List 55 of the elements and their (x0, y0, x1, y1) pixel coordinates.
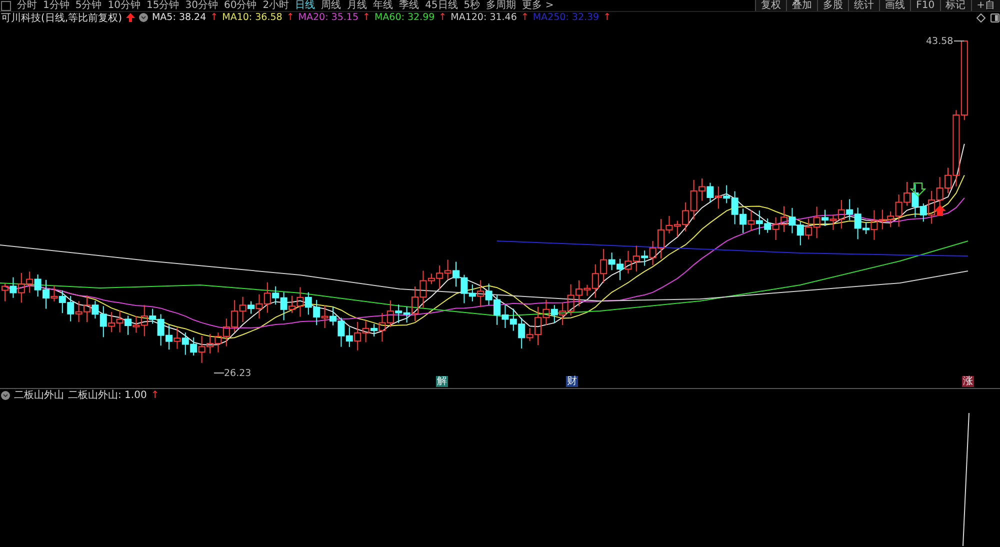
indicator-value: MA10: 36.58 (222, 12, 282, 23)
up-arrow-icon (126, 13, 135, 22)
toolbar-button[interactable]: 复权 (755, 0, 786, 11)
trend-arrow: ↑ (520, 12, 529, 23)
indicator-value: MA250: 32.39 (532, 12, 600, 23)
indicator-value: 二板山外山: 1.00 (68, 388, 147, 402)
panel-toggle-icon[interactable] (990, 12, 1000, 22)
period-tab[interactable]: 月线 (344, 0, 370, 11)
period-tab[interactable]: 日线 (292, 0, 318, 11)
indicator-value: MA5: 38.24 (152, 12, 206, 23)
period-tab[interactable]: 30分钟 (182, 0, 221, 11)
leader-line (214, 372, 224, 374)
period-tab[interactable]: 分时 (14, 0, 40, 11)
event-marker: 解 (436, 376, 448, 387)
toolbar-button[interactable]: +自 (970, 0, 1000, 11)
period-tab[interactable]: 更多 > (519, 0, 557, 11)
price-label: 26.23 (224, 368, 252, 379)
period-tab[interactable]: 5分钟 (72, 0, 105, 11)
event-marker: 涨 (962, 376, 974, 387)
indicator-value: MA20: 35.15 (298, 12, 358, 23)
period-tab[interactable]: 15分钟 (143, 0, 182, 11)
period-tab[interactable]: 季线 (396, 0, 422, 11)
toolbar-button[interactable]: 多股 (817, 0, 848, 11)
down-arrow-icon (910, 182, 926, 197)
up-arrow-icon (934, 205, 946, 216)
period-tab[interactable]: 多周期 (483, 0, 520, 11)
period-tab[interactable]: 1分钟 (40, 0, 72, 11)
indicator-value: MA120: 31.46 (450, 12, 517, 23)
period-tab[interactable]: 2小时 (260, 0, 292, 11)
event-marker: 财 (566, 376, 578, 387)
chart-title: 可川科技(日线,等比前复权) (1, 12, 122, 24)
price-label: 43.58 (926, 36, 954, 47)
toolbar-button[interactable]: 画线 (879, 0, 910, 11)
toolbar-button[interactable]: 标记 (940, 0, 971, 11)
panel-icon[interactable] (1, 0, 11, 10)
period-tab[interactable]: 年线 (370, 0, 396, 11)
period-tab[interactable]: 周线 (318, 0, 344, 11)
trend-arrow: ↑ (286, 12, 294, 23)
toolbar-button[interactable]: F10 (910, 0, 940, 11)
diamond-icon[interactable] (976, 12, 986, 22)
indicator-value: MA60: 32.99 (374, 12, 435, 23)
period-tab[interactable]: 5秒 (460, 0, 484, 11)
trend-arrow: ↑ (603, 12, 612, 23)
toolbar-button[interactable]: 叠加 (786, 0, 818, 11)
period-tab[interactable]: 10分钟 (104, 0, 144, 11)
dropdown-icon[interactable] (138, 13, 148, 22)
leader-line (954, 40, 964, 42)
period-tab[interactable]: 45日线 (422, 0, 461, 11)
trend-arrow: ↑ (362, 12, 370, 23)
period-tab[interactable]: 60分钟 (220, 0, 260, 11)
indicator-name: 二板山外山 (14, 388, 64, 402)
trend-arrow: ↑ (438, 12, 447, 23)
trend-arrow: ↑ (150, 390, 160, 400)
dropdown-icon[interactable] (1, 390, 10, 400)
trend-arrow: ↑ (210, 12, 218, 23)
